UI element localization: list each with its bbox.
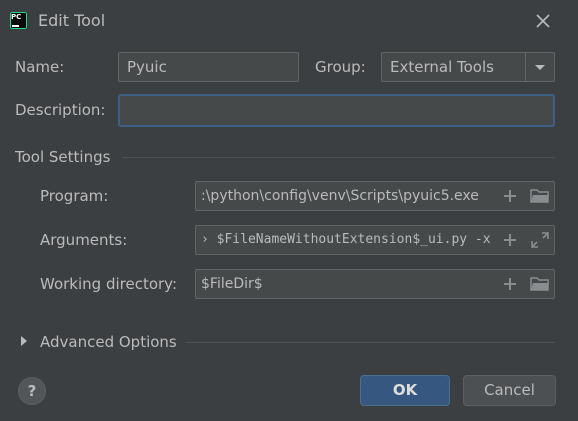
- name-field[interactable]: Pyuic: [118, 52, 299, 82]
- description-label: Description:: [15, 101, 106, 119]
- working-directory-value: $FileDir$: [201, 276, 263, 292]
- section-divider: [122, 157, 555, 158]
- help-button[interactable]: ?: [18, 377, 46, 405]
- insert-macro-plus-icon[interactable]: [503, 277, 517, 291]
- advanced-divider: [185, 342, 555, 343]
- close-icon: [536, 14, 550, 28]
- group-select[interactable]: External Tools: [381, 52, 555, 82]
- browse-folder-button[interactable]: [529, 274, 551, 294]
- arguments-field[interactable]: › $FileNameWithoutExtension$_ui.py -x: [195, 225, 555, 255]
- working-directory-label: Working directory:: [40, 275, 178, 293]
- working-directory-field[interactable]: $FileDir$: [195, 269, 555, 299]
- group-select-value: External Tools: [390, 58, 494, 76]
- chevron-down-icon: [535, 65, 545, 70]
- cancel-button[interactable]: Cancel: [463, 375, 556, 406]
- expand-triangle-icon[interactable]: [21, 336, 27, 346]
- advanced-options-toggle[interactable]: Advanced Options: [40, 333, 177, 351]
- program-field[interactable]: :\python\config\venv\Scripts\pyuic5.exe: [195, 181, 555, 211]
- folder-icon: [530, 189, 549, 203]
- title-bar: PC Edit Tool: [0, 0, 578, 40]
- insert-macro-plus-icon[interactable]: [503, 189, 517, 203]
- arguments-label: Arguments:: [40, 231, 128, 249]
- dropdown-arrow-button[interactable]: [525, 53, 554, 81]
- arguments-value: › $FileNameWithoutExtension$_ui.py -x: [201, 232, 491, 247]
- expand-button[interactable]: [529, 230, 551, 250]
- pycharm-logo-icon: PC: [10, 12, 27, 29]
- group-label: Group:: [315, 58, 366, 76]
- folder-icon: [530, 277, 549, 291]
- program-label: Program:: [40, 187, 109, 205]
- ok-button[interactable]: OK: [360, 375, 450, 406]
- program-value: :\python\config\venv\Scripts\pyuic5.exe: [201, 188, 479, 204]
- description-field[interactable]: [118, 94, 555, 127]
- close-button[interactable]: [533, 11, 553, 31]
- section-title-tool-settings: Tool Settings: [15, 148, 111, 166]
- dialog-title: Edit Tool: [38, 11, 106, 30]
- browse-folder-button[interactable]: [529, 186, 551, 206]
- name-label: Name:: [15, 58, 65, 76]
- insert-macro-plus-icon[interactable]: [503, 233, 517, 247]
- expand-arrows-icon: [531, 232, 549, 248]
